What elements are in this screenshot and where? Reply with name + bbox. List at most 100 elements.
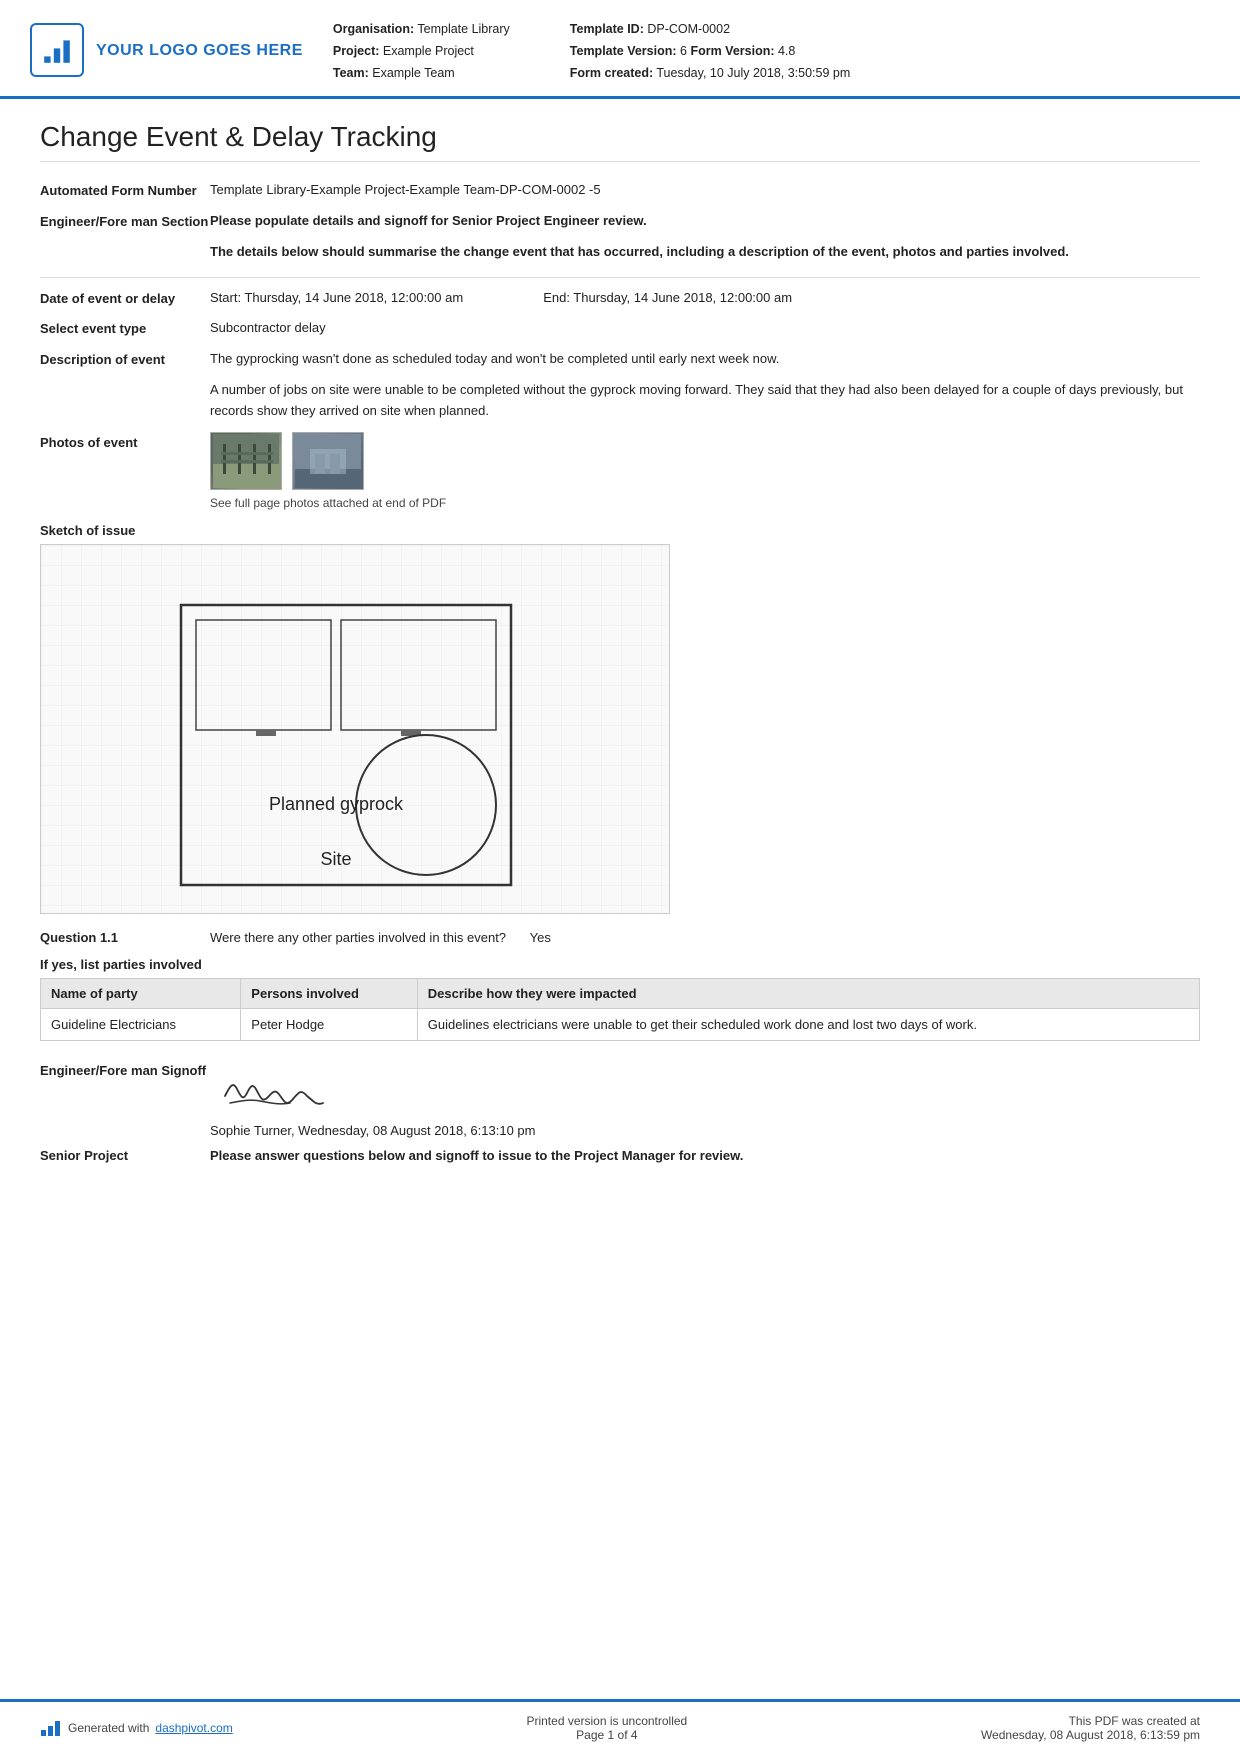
logo-text: YOUR LOGO GOES HERE [96, 41, 303, 60]
col-header-persons: Persons involved [241, 978, 417, 1008]
parties-table: Name of party Persons involved Describe … [40, 978, 1200, 1041]
question-label: Question 1.1 [40, 930, 210, 945]
footer-logo-icon [40, 1719, 62, 1737]
photo-thumb-2-inner [293, 433, 363, 489]
automated-form-value: Template Library-Example Project-Example… [210, 180, 1200, 201]
footer-right: This PDF was created at Wednesday, 08 Au… [981, 1714, 1200, 1742]
template-id-row: Template ID: DP-COM-0002 [570, 20, 850, 39]
template-version-row: Template Version: 6 Form Version: 4.8 [570, 42, 850, 61]
header: YOUR LOGO GOES HERE Organisation: Templa… [0, 0, 1240, 99]
footer-pdf-value: Wednesday, 08 August 2018, 6:13:59 pm [981, 1728, 1200, 1742]
photos-caption: See full page photos attached at end of … [210, 494, 1200, 513]
footer-center: Printed version is uncontrolled Page 1 o… [526, 1714, 687, 1742]
party-persons: Peter Hodge [241, 1008, 417, 1040]
signoff-meta: Sophie Turner, Wednesday, 08 August 2018… [210, 1123, 1200, 1138]
header-meta-right: Template ID: DP-COM-0002 Template Versio… [570, 20, 850, 82]
sketch-title: Sketch of issue [40, 523, 1200, 538]
date-items: Start: Thursday, 14 June 2018, 12:00:00 … [210, 288, 1200, 309]
project-row: Project: Example Project [333, 42, 510, 61]
event-type-label: Select event type [40, 318, 210, 339]
date-end: End: Thursday, 14 June 2018, 12:00:00 am [543, 288, 792, 309]
question-row: Question 1.1 Were there any other partie… [40, 930, 1200, 945]
parties-title: If yes, list parties involved [40, 957, 1200, 972]
automated-form-label: Automated Form Number [40, 180, 210, 201]
logo-box [30, 23, 84, 77]
template-version-label: Template Version: [570, 44, 677, 58]
header-meta: Organisation: Template Library Project: … [333, 18, 1200, 82]
project-label: Project: [333, 44, 380, 58]
sketch-canvas: Planned gyprock Site [40, 544, 670, 914]
senior-label: Senior Project [40, 1148, 210, 1163]
engineer-section-row: Engineer/Fore man Section Please populat… [40, 211, 1200, 232]
photo1-svg [213, 434, 279, 488]
section-sep-1 [40, 277, 1200, 278]
photos-row: Photos of event [40, 432, 1200, 513]
footer-uncontrolled: Printed version is uncontrolled [526, 1714, 687, 1728]
footer: Generated with dashpivot.com Printed ver… [0, 1699, 1240, 1754]
signoff-row: Engineer/Fore man Signoff Sophie Turner,… [40, 1059, 1200, 1138]
form-created-value: Tuesday, 10 July 2018, 3:50:59 pm [656, 66, 850, 80]
signature-svg [215, 1061, 335, 1116]
footer-link[interactable]: dashpivot.com [155, 1721, 232, 1735]
engineer-section-label: Engineer/Fore man Section [40, 211, 210, 232]
col-header-name: Name of party [41, 978, 241, 1008]
event-type-value: Subcontractor delay [210, 318, 1200, 339]
signature-area [210, 1059, 340, 1119]
page: YOUR LOGO GOES HERE Organisation: Templa… [0, 0, 1240, 1754]
photos-content: See full page photos attached at end of … [210, 432, 1200, 513]
photo-thumb-2 [292, 432, 364, 490]
footer-left: Generated with dashpivot.com [40, 1719, 233, 1737]
org-value: Template Library [417, 22, 509, 36]
footer-pdf-label: This PDF was created at [981, 1714, 1200, 1728]
signoff-label: Engineer/Fore man Signoff [40, 1059, 210, 1078]
party-name: Guideline Electricians [41, 1008, 241, 1040]
sketch-section: Sketch of issue [40, 523, 1200, 914]
header-meta-left: Organisation: Template Library Project: … [333, 20, 510, 82]
question-answer: Yes [530, 930, 551, 945]
footer-generated-label: Generated with [68, 1721, 149, 1735]
logo-area: YOUR LOGO GOES HERE [30, 18, 303, 82]
col-header-impact: Describe how they were impacted [417, 978, 1199, 1008]
sketch-grid-svg: Planned gyprock Site [41, 545, 671, 915]
date-label: Date of event or delay [40, 288, 210, 309]
form-version-value: 4.8 [778, 44, 795, 58]
parties-table-body: Guideline Electricians Peter Hodge Guide… [41, 1008, 1200, 1040]
description-label: Description of event [40, 349, 210, 370]
photos-label: Photos of event [40, 432, 210, 453]
team-row: Team: Example Team [333, 64, 510, 83]
date-start: Start: Thursday, 14 June 2018, 12:00:00 … [210, 288, 463, 309]
photo2-svg [295, 434, 361, 488]
automated-form-row: Automated Form Number Template Library-E… [40, 180, 1200, 201]
photo-thumb-1-inner [211, 433, 281, 489]
team-value: Example Team [372, 66, 454, 80]
template-id-label: Template ID: [570, 22, 644, 36]
date-values: Start: Thursday, 14 June 2018, 12:00:00 … [210, 288, 1200, 309]
notice-box: The details below should summarise the c… [210, 242, 1200, 263]
description-p1: The gyprocking wasn't done as scheduled … [210, 349, 1200, 370]
engineer-section-value: Please populate details and signoff for … [210, 211, 1200, 232]
signoff-content: Sophie Turner, Wednesday, 08 August 2018… [210, 1059, 1200, 1138]
description-row: Description of event The gyprocking wasn… [40, 349, 1200, 421]
template-version-value: 6 [680, 44, 687, 58]
parties-table-header-row: Name of party Persons involved Describe … [41, 978, 1200, 1008]
event-type-row: Select event type Subcontractor delay [40, 318, 1200, 339]
question-text: Were there any other parties involved in… [210, 930, 1200, 945]
doc-title: Change Event & Delay Tracking [40, 121, 1200, 162]
senior-row: Senior Project Please answer questions b… [40, 1148, 1200, 1163]
table-row: Guideline Electricians Peter Hodge Guide… [41, 1008, 1200, 1040]
description-values: The gyprocking wasn't done as scheduled … [210, 349, 1200, 421]
svg-text:Planned gyprock: Planned gyprock [269, 794, 404, 814]
form-version-label: Form Version: [690, 44, 774, 58]
content: Change Event & Delay Tracking Automated … [0, 99, 1240, 1699]
parties-table-head: Name of party Persons involved Describe … [41, 978, 1200, 1008]
form-created-row: Form created: Tuesday, 10 July 2018, 3:5… [570, 64, 850, 83]
description-p2: A number of jobs on site were unable to … [210, 380, 1200, 422]
logo-icon [41, 34, 73, 66]
form-created-label: Form created: [570, 66, 653, 80]
org-row: Organisation: Template Library [333, 20, 510, 39]
photo-thumb-1 [210, 432, 282, 490]
date-row: Date of event or delay Start: Thursday, … [40, 288, 1200, 309]
party-impact: Guidelines electricians were unable to g… [417, 1008, 1199, 1040]
senior-value: Please answer questions below and signof… [210, 1148, 1200, 1163]
org-label: Organisation: [333, 22, 414, 36]
